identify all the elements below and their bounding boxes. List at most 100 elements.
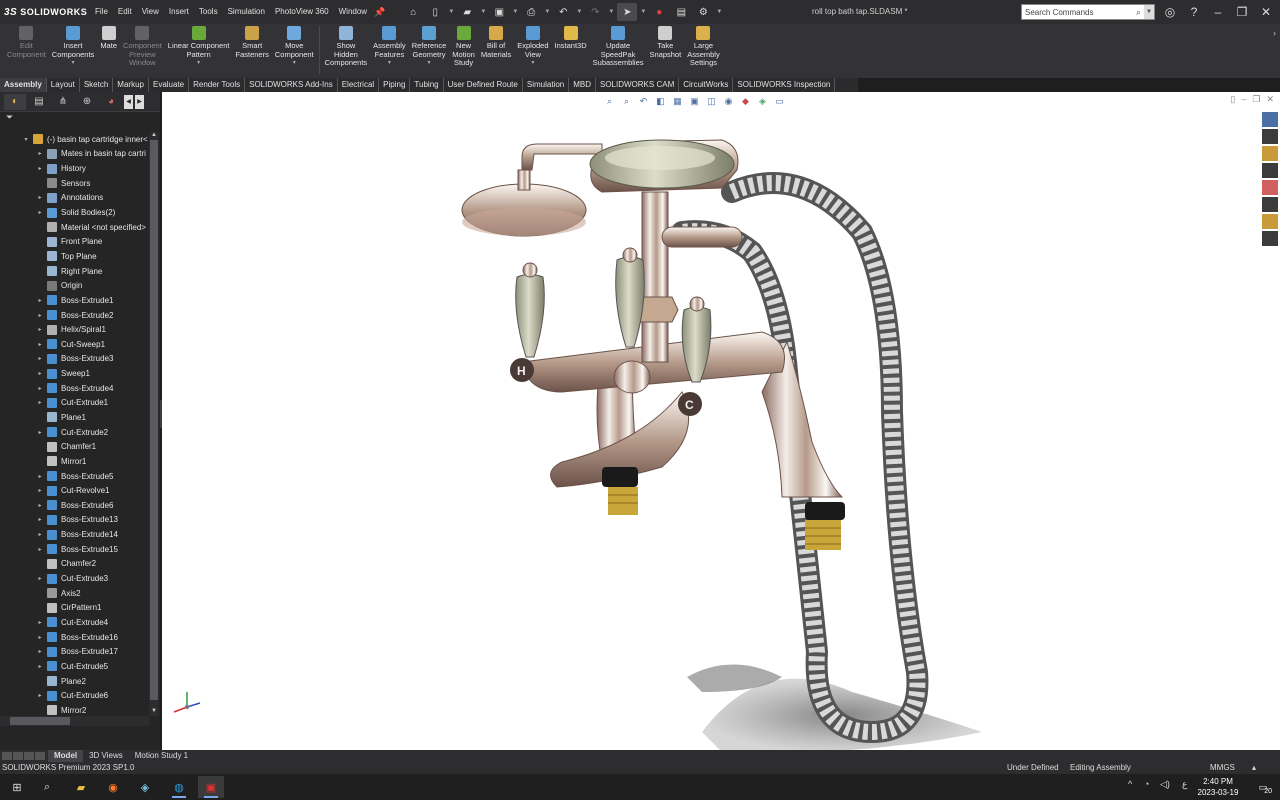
expand-arrow-icon[interactable]: ▸: [36, 326, 44, 333]
redo-icon[interactable]: ↷: [585, 3, 605, 21]
tree-node[interactable]: Plane2: [0, 674, 148, 689]
windows-start-icon[interactable]: ⊞: [4, 776, 30, 798]
expand-arrow-icon[interactable]: ▸: [36, 575, 44, 582]
ribbon-scroll-icon[interactable]: ›: [1273, 28, 1276, 38]
hscroll-thumb[interactable]: [10, 717, 70, 725]
ribbon-smart-fasteners-button[interactable]: Smart Fasteners: [233, 24, 272, 59]
ribbon-reference-geometry-button[interactable]: Reference Geometry ▾: [409, 24, 450, 67]
tree-node[interactable]: ▸ Boss-Extrude5: [0, 469, 148, 484]
tree-node[interactable]: ▸ Cut-Extrude3: [0, 571, 148, 586]
expand-arrow-icon[interactable]: ▸: [36, 648, 44, 655]
expand-arrow-icon[interactable]: ▸: [36, 429, 44, 436]
file-explorer-icon[interactable]: ▰: [68, 776, 94, 798]
tree-node[interactable]: ▸ Boss-Extrude3: [0, 352, 148, 367]
expand-arrow-icon[interactable]: ▸: [36, 692, 44, 699]
options-gear-icon[interactable]: ⚙: [693, 3, 713, 21]
menu-window[interactable]: Window: [334, 0, 372, 24]
options-caret-icon[interactable]: ▼: [715, 3, 723, 21]
search-commands-input[interactable]: Search Commands ⌕ ▼: [1021, 4, 1155, 20]
help-icon[interactable]: ?: [1184, 2, 1204, 22]
tab-solidworks-cam[interactable]: SOLIDWORKS CAM: [596, 78, 680, 92]
tree-horizontal-scrollbar[interactable]: [0, 716, 150, 726]
tree-node[interactable]: ▾ (-) basin tap cartridge inner<: [0, 132, 148, 147]
ribbon-linear-component-pattern-button[interactable]: Linear Component Pattern ▾: [165, 24, 233, 67]
tab-solidworks-add-ins[interactable]: SOLIDWORKS Add-Ins: [245, 78, 338, 92]
tree-node[interactable]: Material <not specified>: [0, 220, 148, 235]
ribbon-large-assembly-settings-button[interactable]: Large Assembly Settings: [684, 24, 723, 68]
ribbon-caret-icon[interactable]: ▾: [388, 59, 391, 67]
tree-node[interactable]: ▸ Solid Bodies(2): [0, 205, 148, 220]
expand-arrow-icon[interactable]: ▸: [36, 546, 44, 553]
tree-node[interactable]: ▸ Boss-Extrude4: [0, 381, 148, 396]
tree-node[interactable]: ▸ Helix/Spiral1: [0, 322, 148, 337]
tab-mbd[interactable]: MBD: [569, 78, 596, 92]
feature-manager-tab-icon[interactable]: ◐: [4, 93, 26, 110]
tree-node[interactable]: ▸ Mates in basin tap cartri: [0, 147, 148, 162]
menu-tools[interactable]: Tools: [194, 0, 223, 24]
tab-simulation[interactable]: Simulation: [523, 78, 570, 92]
expand-arrow-icon[interactable]: ▸: [36, 355, 44, 362]
select-caret-icon[interactable]: ▼: [639, 3, 647, 21]
menu-photoview[interactable]: PhotoView 360: [270, 0, 334, 24]
ribbon-component-preview-window-button[interactable]: Component Preview Window: [120, 24, 165, 68]
new-caret-icon[interactable]: ▼: [447, 3, 455, 21]
open-folder-icon[interactable]: ▰: [457, 3, 477, 21]
expand-arrow-icon[interactable]: ▸: [36, 150, 44, 157]
tree-node[interactable]: ▸ Boss-Extrude1: [0, 293, 148, 308]
notification-center-icon[interactable]: ▭ 20: [1254, 778, 1272, 796]
save-caret-icon[interactable]: ▼: [511, 3, 519, 21]
tab-markup[interactable]: Markup: [113, 78, 149, 92]
expand-arrow-icon[interactable]: ▸: [36, 209, 44, 216]
tree-node[interactable]: ▸ Cut-Extrude5: [0, 659, 148, 674]
tab-user-defined-route[interactable]: User Defined Route: [444, 78, 523, 92]
scroll-up-icon[interactable]: ▲: [149, 132, 159, 140]
graphics-area[interactable]: ⌕ ⌕ ↶ ◧ ▦ ▣ ◫ ◉ ◆ ◈ ▭ ▯ – ❐ ✕ H C: [162, 92, 1280, 750]
tree-node[interactable]: ▸ Sweep1: [0, 366, 148, 381]
dimxpert-manager-tab-icon[interactable]: ⊕: [76, 94, 98, 110]
expand-arrow-icon[interactable]: ▸: [36, 516, 44, 523]
edge-icon[interactable]: ◍: [166, 776, 192, 798]
tab-layout[interactable]: Layout: [47, 78, 80, 92]
expand-arrow-icon[interactable]: ▸: [36, 194, 44, 201]
home-icon[interactable]: ⌂: [403, 3, 423, 21]
tree-node[interactable]: ▸ Annotations: [0, 191, 148, 206]
print-caret-icon[interactable]: ▼: [543, 3, 551, 21]
taskbar-search-icon[interactable]: ⌕: [34, 776, 60, 798]
app-icon[interactable]: ◈: [132, 776, 158, 798]
menu-file[interactable]: File: [90, 0, 113, 24]
ribbon-caret-icon[interactable]: ▾: [427, 59, 430, 67]
property-manager-tab-icon[interactable]: ▤: [28, 94, 50, 110]
tree-node[interactable]: Origin: [0, 278, 148, 293]
tree-node[interactable]: Front Plane: [0, 234, 148, 249]
tree-node[interactable]: ▸ Boss-Extrude14: [0, 527, 148, 542]
tab-navigation-buttons[interactable]: [0, 750, 48, 762]
minimize-icon[interactable]: –: [1208, 2, 1228, 22]
tree-vertical-scrollbar[interactable]: ▲ ▼: [149, 132, 159, 716]
expand-arrow-icon[interactable]: ▸: [36, 619, 44, 626]
firefox-icon[interactable]: ◉: [100, 776, 126, 798]
menu-edit[interactable]: Edit: [113, 0, 137, 24]
system-clock[interactable]: 2:40 PM 2023-03-19: [1196, 776, 1240, 798]
tree-node[interactable]: ▸ Boss-Extrude6: [0, 498, 148, 513]
tab-3d-views[interactable]: 3D Views: [83, 750, 129, 762]
tab-assembly[interactable]: Assembly: [0, 78, 47, 92]
tree-node[interactable]: ▸ Boss-Extrude13: [0, 513, 148, 528]
tree-node[interactable]: ▸ Boss-Extrude2: [0, 308, 148, 323]
scroll-thumb[interactable]: [150, 140, 158, 700]
tree-filter-icon[interactable]: ⏷: [0, 112, 160, 126]
tab-electrical[interactable]: Electrical: [338, 78, 380, 92]
undo-icon[interactable]: ↶: [553, 3, 573, 21]
menu-simulation[interactable]: Simulation: [223, 0, 270, 24]
tree-node[interactable]: CirPattern1: [0, 601, 148, 616]
tab-circuitworks[interactable]: CircuitWorks: [679, 78, 734, 92]
tree-node[interactable]: Right Plane: [0, 264, 148, 279]
tab-scroll-right-icon[interactable]: ▶: [135, 94, 144, 109]
expand-arrow-icon[interactable]: ▸: [36, 370, 44, 377]
tab-model[interactable]: Model: [48, 750, 84, 762]
tree-node[interactable]: Axis2: [0, 586, 148, 601]
tree-node[interactable]: Plane1: [0, 410, 148, 425]
tree-node[interactable]: Chamfer2: [0, 557, 148, 572]
tree-node[interactable]: Chamfer1: [0, 439, 148, 454]
ribbon-insert-components-button[interactable]: Insert Components ▾: [49, 24, 98, 67]
rebuild-traffic-light-icon[interactable]: ●: [649, 3, 669, 21]
